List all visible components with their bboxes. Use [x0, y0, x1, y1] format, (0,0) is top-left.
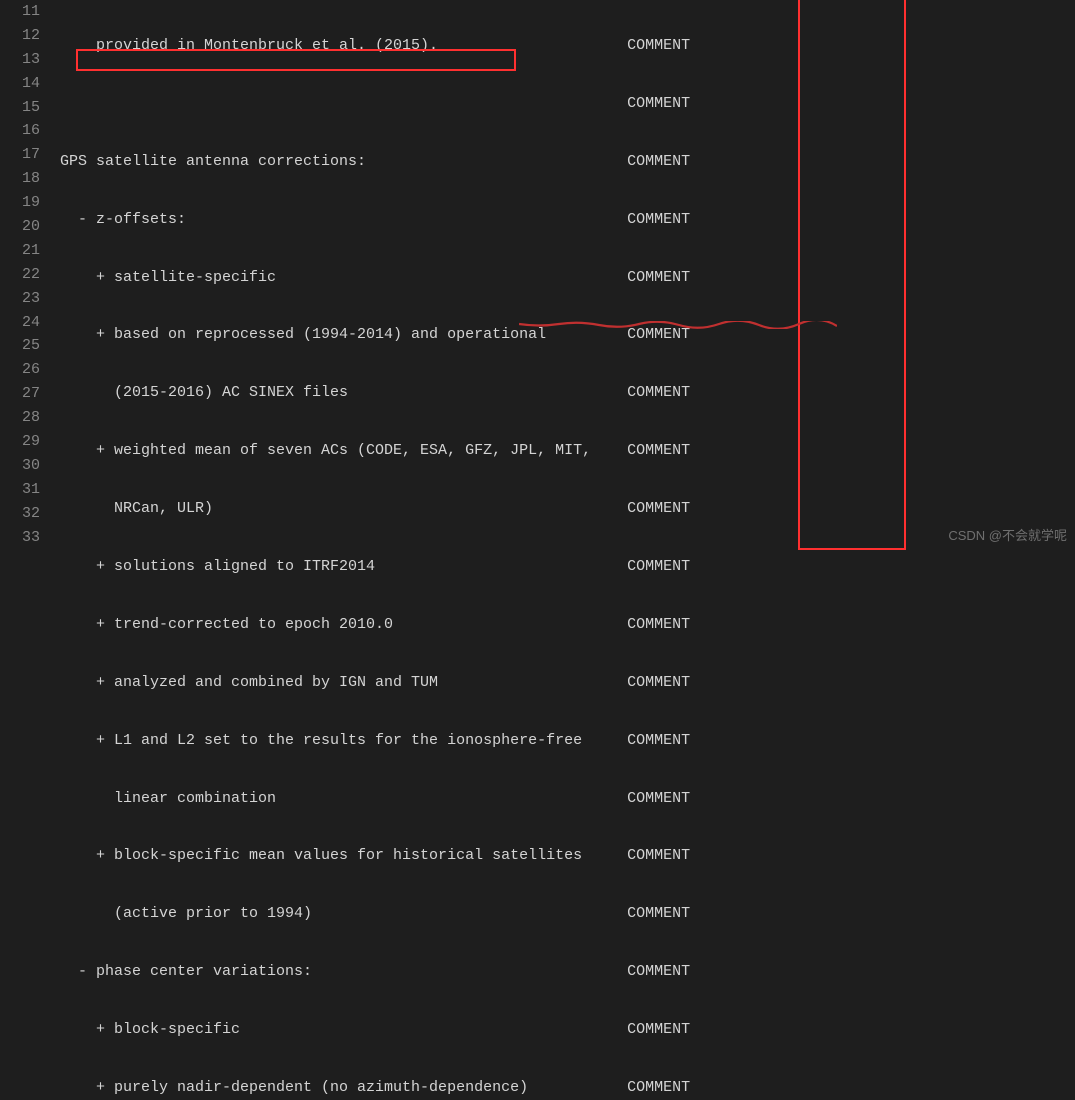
code-line: + solutions aligned to ITRF2014 COMMENT [60, 555, 1075, 579]
code-line: linear combination COMMENT [60, 787, 1075, 811]
code-line: NRCan, ULR) COMMENT [60, 497, 1075, 521]
code-text: + purely nadir-dependent (no azimuth-dep… [60, 1076, 690, 1100]
code-line: (2015-2016) AC SINEX files COMMENT [60, 381, 1075, 405]
code-text: provided in Montenbruck et al. (2015). C… [60, 34, 690, 58]
annotation-underline [465, 300, 783, 308]
code-text: + block-specific mean values for histori… [60, 844, 690, 868]
line-number: 28 [0, 406, 40, 430]
line-number: 30 [0, 454, 40, 478]
code-editor: 11 12 13 14 15 16 17 18 19 20 21 22 23 2… [0, 0, 1075, 550]
code-text: - phase center variations: COMMENT [60, 960, 690, 984]
code-text: + satellite-specific COMMENT [60, 266, 690, 290]
code-line: provided in Montenbruck et al. (2015). C… [60, 34, 1075, 58]
code-content[interactable]: provided in Montenbruck et al. (2015). C… [60, 0, 1075, 550]
code-text: + block-specific COMMENT [60, 1018, 690, 1042]
code-line: + based on reprocessed (1994-2014) and o… [60, 323, 1075, 347]
code-line: + block-specific COMMENT [60, 1018, 1075, 1042]
code-line: COMMENT [60, 92, 1075, 116]
line-number: 33 [0, 526, 40, 550]
code-text: + weighted mean of seven ACs (CODE, ESA,… [60, 439, 690, 463]
code-text: (active prior to 1994) COMMENT [60, 902, 690, 926]
line-number: 31 [0, 478, 40, 502]
line-number: 25 [0, 334, 40, 358]
code-line: - z-offsets: COMMENT [60, 208, 1075, 232]
line-number: 12 [0, 24, 40, 48]
line-number: 23 [0, 287, 40, 311]
code-text: NRCan, ULR) COMMENT [60, 497, 690, 521]
watermark: CSDN @不会就学呢 [948, 525, 1067, 544]
code-text: linear combination COMMENT [60, 787, 690, 811]
code-text: + trend-corrected to epoch 2010.0 COMMEN… [60, 613, 690, 637]
code-line: + L1 and L2 set to the results for the i… [60, 729, 1075, 753]
code-line: - phase center variations: COMMENT [60, 960, 1075, 984]
code-line: GPS satellite antenna corrections: COMME… [60, 150, 1075, 174]
line-number: 27 [0, 382, 40, 406]
code-text: + analyzed and combined by IGN and TUM C… [60, 671, 690, 695]
line-number: 29 [0, 430, 40, 454]
line-number: 14 [0, 72, 40, 96]
line-number: 20 [0, 215, 40, 239]
line-number: 32 [0, 502, 40, 526]
code-text: - z-offsets: COMMENT [60, 208, 690, 232]
code-line: + trend-corrected to epoch 2010.0 COMMEN… [60, 613, 1075, 637]
code-line: (active prior to 1994) COMMENT [60, 902, 1075, 926]
line-number: 22 [0, 263, 40, 287]
code-line: + block-specific mean values for histori… [60, 844, 1075, 868]
line-number: 24 [0, 311, 40, 335]
code-line: + purely nadir-dependent (no azimuth-dep… [60, 1076, 1075, 1100]
line-number: 17 [0, 143, 40, 167]
line-number: 16 [0, 119, 40, 143]
line-number: 15 [0, 96, 40, 120]
code-text: (2015-2016) AC SINEX files COMMENT [60, 381, 690, 405]
line-number: 19 [0, 191, 40, 215]
line-number: 26 [0, 358, 40, 382]
code-line: + analyzed and combined by IGN and TUM C… [60, 671, 1075, 695]
code-text: COMMENT [60, 92, 690, 116]
line-number: 11 [0, 0, 40, 24]
code-line: + satellite-specific COMMENT [60, 266, 1075, 290]
line-number: 18 [0, 167, 40, 191]
line-number: 13 [0, 48, 40, 72]
line-number: 21 [0, 239, 40, 263]
code-text: + solutions aligned to ITRF2014 COMMENT [60, 555, 690, 579]
code-text: GPS satellite antenna corrections: COMME… [60, 150, 690, 174]
code-line: + weighted mean of seven ACs (CODE, ESA,… [60, 439, 1075, 463]
code-text: + L1 and L2 set to the results for the i… [60, 729, 690, 753]
line-number-gutter: 11 12 13 14 15 16 17 18 19 20 21 22 23 2… [0, 0, 60, 550]
code-text: + based on reprocessed (1994-2014) and o… [60, 323, 690, 347]
